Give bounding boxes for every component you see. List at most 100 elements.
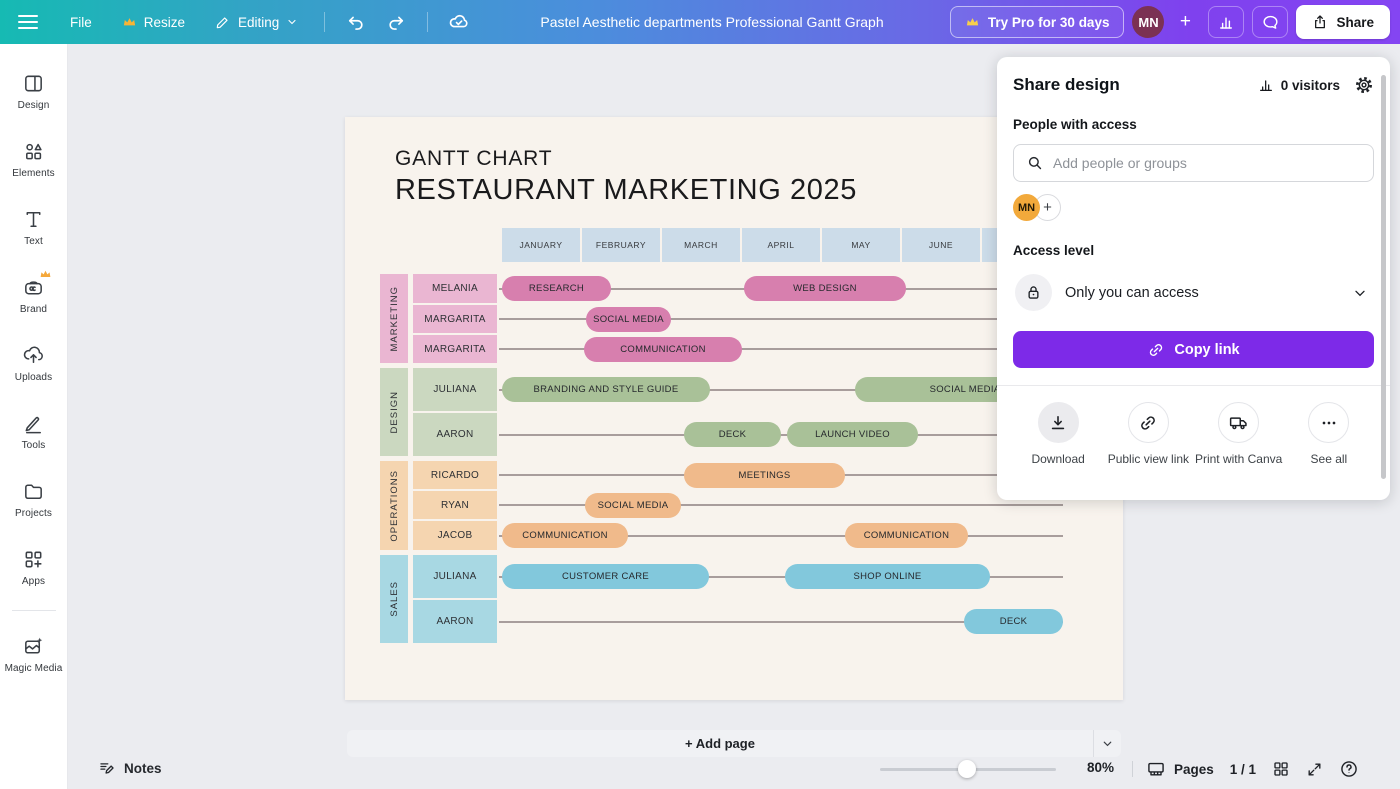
- add-people-input[interactable]: [1053, 155, 1361, 171]
- sidebar-item-brand[interactable]: Brand: [2, 262, 66, 328]
- visitors-count: 0 visitors: [1281, 78, 1340, 93]
- editing-mode-selector[interactable]: Editing: [203, 7, 310, 37]
- gantt-task-bar[interactable]: WEB DESIGN: [744, 276, 906, 301]
- print-with-canva-button[interactable]: Print with Canva: [1194, 402, 1284, 467]
- add-page-button[interactable]: + Add page: [347, 736, 1093, 751]
- uploads-icon: [22, 344, 45, 367]
- month-header-cell[interactable]: JANUARY: [502, 228, 580, 262]
- gantt-task-bar[interactable]: COMMUNICATION: [845, 523, 968, 548]
- redo-button[interactable]: [379, 6, 413, 38]
- redo-icon: [386, 12, 406, 32]
- gantt-task-bar[interactable]: DECK: [964, 609, 1063, 634]
- gantt-task-bar[interactable]: SHOP ONLINE: [785, 564, 990, 589]
- share-button-label: Share: [1336, 15, 1374, 30]
- sidebar-item-magic-media[interactable]: Magic Media: [2, 621, 66, 687]
- sidebar-item-elements[interactable]: Elements: [2, 126, 66, 192]
- try-pro-button[interactable]: Try Pro for 30 days: [950, 6, 1125, 38]
- gantt-task-bar[interactable]: CUSTOMER CARE: [502, 564, 709, 589]
- sidebar-item-text[interactable]: Text: [2, 194, 66, 260]
- main-menu-icon[interactable]: [18, 15, 38, 29]
- person-cell[interactable]: JULIANA: [413, 555, 497, 598]
- gantt-task-bar[interactable]: RESEARCH: [502, 276, 611, 301]
- cloud-save-status-icon[interactable]: [442, 6, 476, 38]
- person-cell[interactable]: MELANIA: [413, 274, 497, 303]
- help-icon: [1339, 759, 1359, 779]
- access-level-selector[interactable]: Only you can access: [1013, 270, 1374, 315]
- ellipsis-icon: [1308, 402, 1349, 443]
- sidebar-item-tools[interactable]: Tools: [2, 398, 66, 464]
- sidebar-item-uploads[interactable]: Uploads: [2, 330, 66, 396]
- sidebar-item-label: Projects: [15, 508, 52, 519]
- share-button[interactable]: Share: [1296, 5, 1390, 39]
- pages-icon: [1146, 759, 1166, 779]
- gantt-task-bar[interactable]: DECK: [684, 422, 781, 447]
- gantt-task-bar[interactable]: BRANDING AND STYLE GUIDE: [502, 377, 710, 402]
- share-settings-button[interactable]: [1354, 75, 1374, 95]
- resize-button[interactable]: Resize: [110, 8, 197, 37]
- user-avatar[interactable]: MN: [1132, 6, 1164, 38]
- owner-avatar[interactable]: MN: [1013, 194, 1040, 221]
- group-label-marketing[interactable]: MARKETING: [380, 274, 408, 363]
- people-with-access-label: People with access: [1013, 117, 1374, 132]
- zoom-slider-thumb[interactable]: [958, 760, 976, 778]
- gantt-task-bar[interactable]: COMMUNICATION: [584, 337, 742, 362]
- tools-icon: [22, 412, 45, 435]
- person-cell[interactable]: JULIANA: [413, 368, 497, 411]
- download-button[interactable]: Download: [1013, 402, 1103, 467]
- month-header-cell[interactable]: JUNE: [902, 228, 980, 262]
- object-panel-sidebar: DesignElementsText Brand Uploads Tools Proje…: [0, 44, 68, 789]
- gantt-task-bar[interactable]: MEETINGS: [684, 463, 845, 488]
- pages-button[interactable]: Pages: [1146, 759, 1214, 779]
- sidebar-item-label: Brand: [20, 304, 47, 315]
- add-people-field[interactable]: [1013, 144, 1374, 182]
- copy-link-button[interactable]: Copy link: [1013, 331, 1374, 368]
- person-cell[interactable]: MARGARITA: [413, 335, 497, 363]
- person-cell[interactable]: JACOB: [413, 521, 497, 550]
- month-header-cell[interactable]: MAY: [822, 228, 900, 262]
- grid-view-button[interactable]: [1272, 760, 1290, 778]
- copy-link-label: Copy link: [1174, 342, 1239, 358]
- add-page-options-button[interactable]: [1093, 730, 1121, 757]
- help-button[interactable]: [1339, 759, 1359, 779]
- panel-divider: [997, 385, 1390, 386]
- notes-button[interactable]: Notes: [98, 759, 162, 777]
- month-header-cell[interactable]: FEBRUARY: [582, 228, 660, 262]
- invite-member-button[interactable]: +: [1170, 7, 1200, 37]
- public-view-link-button[interactable]: Public view link: [1103, 402, 1193, 467]
- gantt-task-bar[interactable]: SOCIAL MEDIA: [586, 307, 671, 332]
- comments-button[interactable]: [1252, 6, 1288, 38]
- person-cell[interactable]: MARGARITA: [413, 305, 497, 333]
- group-label-sales[interactable]: SALES: [380, 555, 408, 643]
- person-cell[interactable]: RYAN: [413, 491, 497, 519]
- see-all-button[interactable]: See all: [1284, 402, 1374, 467]
- visitors-stat[interactable]: 0 visitors: [1258, 77, 1340, 93]
- sidebar-item-apps[interactable]: Apps: [2, 534, 66, 600]
- person-cell[interactable]: RICARDO: [413, 461, 497, 489]
- person-cell[interactable]: AARON: [413, 413, 497, 456]
- download-icon: [1038, 402, 1079, 443]
- insights-button[interactable]: [1208, 6, 1244, 38]
- file-menu[interactable]: File: [58, 8, 104, 37]
- person-cell[interactable]: AARON: [413, 600, 497, 643]
- share-design-panel: Share design 0 visitors People with acce…: [997, 57, 1390, 500]
- month-header-cell[interactable]: APRIL: [742, 228, 820, 262]
- grid-view-icon: [1272, 760, 1290, 778]
- lock-icon: [1024, 283, 1043, 302]
- group-label-design[interactable]: DESIGN: [380, 368, 408, 456]
- sidebar-item-design[interactable]: Design: [2, 58, 66, 124]
- top-toolbar: File Resize Editing Pastel Aesthetic: [0, 0, 1400, 44]
- design-title[interactable]: Pastel Aesthetic departments Professiona…: [540, 14, 883, 30]
- gantt-task-bar[interactable]: SOCIAL MEDIA: [585, 493, 681, 518]
- page-indicator: 1 / 1: [1230, 762, 1256, 777]
- undo-button[interactable]: [339, 6, 373, 38]
- gantt-task-bar[interactable]: LAUNCH VIDEO: [787, 422, 918, 447]
- group-label-operations[interactable]: OPERATIONS: [380, 461, 408, 550]
- month-header-cell[interactable]: MARCH: [662, 228, 740, 262]
- zoom-slider[interactable]: [880, 760, 1056, 778]
- fullscreen-button[interactable]: [1306, 761, 1323, 778]
- sidebar-item-label: Tools: [22, 440, 46, 451]
- sidebar-item-projects[interactable]: Projects: [2, 466, 66, 532]
- action-label: See all: [1311, 452, 1348, 467]
- panel-scrollbar[interactable]: [1381, 75, 1386, 479]
- gantt-task-bar[interactable]: COMMUNICATION: [502, 523, 628, 548]
